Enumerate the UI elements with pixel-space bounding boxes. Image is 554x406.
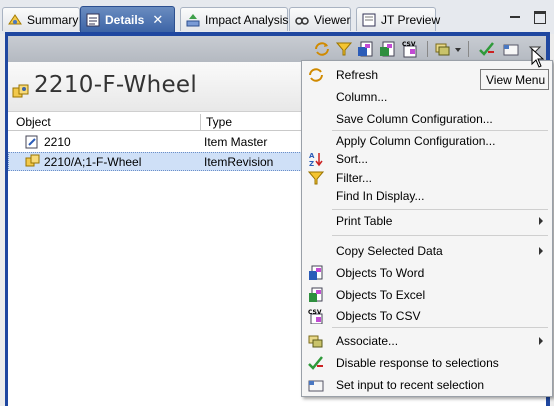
svg-text:CSV: CSV — [308, 309, 322, 316]
svg-text:A: A — [309, 152, 315, 160]
view-menu-tooltip: View Menu — [480, 69, 549, 90]
sort-icon: AZ — [308, 151, 324, 168]
word-icon — [308, 265, 324, 281]
filter-icon[interactable] — [335, 40, 353, 58]
submenu-arrow-icon — [539, 217, 543, 225]
minimize-icon[interactable] — [508, 9, 522, 23]
menu-item-save-column-configuration[interactable]: Save Column Configuration... — [302, 109, 552, 129]
menu-item-sort[interactable]: AZ Sort... — [302, 149, 552, 169]
tab-summary[interactable]: Summary — [2, 7, 80, 31]
menu-item-apply-column-configuration[interactable]: Apply Column Configuration... — [302, 131, 552, 151]
word-icon[interactable] — [357, 40, 375, 58]
column-header-type[interactable]: Type — [206, 115, 232, 129]
cell-object: 2210/A;1-F-Wheel — [44, 155, 142, 169]
svg-text:Z: Z — [309, 160, 314, 167]
tab-impact-analysis[interactable]: Impact Analysis — [180, 7, 288, 31]
csv-icon[interactable]: CSV — [401, 40, 419, 58]
excel-icon[interactable] — [379, 40, 397, 58]
view-tab-bar: Summary Details ✕ Impact Analysis Viewer… — [0, 0, 554, 34]
tab-label: Viewer — [314, 12, 351, 27]
recent-selection-icon — [308, 377, 324, 393]
cell-object: 2210 — [44, 135, 71, 149]
menu-item-find-in-display[interactable]: Find In Display... — [302, 186, 552, 206]
tab-jt-preview[interactable]: JT Preview — [356, 7, 440, 31]
associate-icon[interactable] — [434, 40, 452, 58]
close-icon[interactable]: ✕ — [152, 12, 163, 28]
menu-item-associate[interactable]: Associate... — [302, 331, 552, 351]
jt-preview-icon — [361, 12, 377, 28]
refresh-icon — [308, 67, 324, 83]
tab-label: Summary — [27, 12, 79, 27]
impact-analysis-icon — [185, 12, 201, 28]
view-menu-dropdown: Refresh Column... Save Column Configurat… — [301, 60, 553, 397]
cell-type: Item Master — [204, 135, 268, 149]
filter-icon — [307, 170, 325, 186]
tab-viewer[interactable]: Viewer — [289, 7, 351, 31]
tab-label: JT Preview — [381, 12, 441, 27]
summary-icon — [7, 12, 23, 28]
submenu-arrow-icon — [539, 337, 543, 345]
submenu-arrow-icon — [539, 247, 543, 255]
menu-item-objects-to-word[interactable]: Objects To Word — [302, 263, 552, 283]
maximize-icon[interactable] — [532, 9, 546, 24]
cell-type: ItemRevision — [204, 155, 274, 169]
viewer-icon — [294, 12, 310, 28]
disable-response-icon — [308, 355, 324, 371]
window-controls — [508, 9, 546, 24]
item-revision-icon — [12, 82, 30, 100]
menu-item-print-table[interactable]: Print Table — [302, 211, 552, 231]
item-master-icon — [24, 134, 40, 153]
mouse-cursor-icon — [531, 47, 545, 70]
csv-icon: CSV — [308, 308, 324, 325]
associate-icon — [308, 333, 324, 349]
details-icon — [85, 12, 101, 28]
page-title: 2210-F-Wheel — [34, 72, 198, 98]
column-divider[interactable] — [200, 114, 201, 131]
menu-item-column[interactable]: Column... — [302, 87, 552, 107]
recent-selection-icon[interactable] — [502, 40, 520, 58]
view-toolbar: CSV — [8, 36, 546, 62]
menu-item-copy-selected-data[interactable]: Copy Selected Data — [302, 241, 552, 261]
tab-details[interactable]: Details ✕ — [80, 6, 175, 32]
disable-response-icon[interactable] — [478, 40, 496, 58]
chevron-down-icon[interactable] — [454, 40, 462, 58]
svg-text:CSV: CSV — [402, 41, 416, 48]
excel-icon — [308, 287, 324, 303]
menu-item-objects-to-csv[interactable]: CSV Objects To CSV — [302, 306, 552, 326]
menu-item-set-input-to-recent-selection[interactable]: Set input to recent selection — [302, 375, 552, 395]
tab-label: Details — [105, 12, 145, 27]
menu-item-disable-response-to-selections[interactable]: Disable response to selections — [302, 353, 552, 373]
tab-label: Impact Analysis — [205, 12, 289, 27]
item-revision-icon — [25, 153, 41, 172]
menu-item-filter[interactable]: Filter... — [302, 168, 552, 188]
column-header-object[interactable]: Object — [16, 115, 51, 129]
refresh-icon[interactable] — [313, 40, 331, 58]
menu-item-objects-to-excel[interactable]: Objects To Excel — [302, 285, 552, 305]
